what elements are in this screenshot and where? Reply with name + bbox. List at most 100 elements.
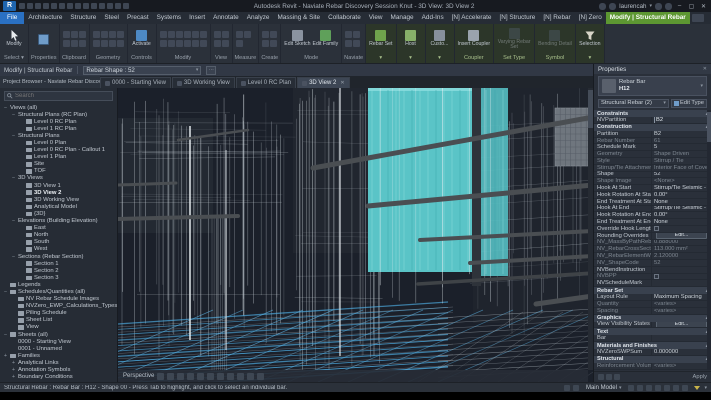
menu-tab-n-accelerate[interactable]: [N] Accelerate xyxy=(448,12,496,24)
ribbon-tool-icon[interactable] xyxy=(200,40,207,47)
tree-item-level-0-rc-plan[interactable]: Level 0 RC Plan xyxy=(0,118,117,125)
ribbon-tool-icon[interactable] xyxy=(192,31,199,38)
prop-value-stirrup-tie-attachment[interactable]: Interior Face of Cover R... xyxy=(651,165,711,171)
prop-value-end-treatment-at-end[interactable]: None xyxy=(651,219,711,225)
ribbon-tool-icon[interactable] xyxy=(79,31,86,38)
ribbon-tool-icon[interactable] xyxy=(176,40,183,47)
prop-value-rebar-number[interactable]: 61 xyxy=(651,138,711,144)
prop-checkbox[interactable] xyxy=(654,274,659,279)
menu-tab-structure[interactable]: Structure xyxy=(66,12,100,24)
scale-icon[interactable] xyxy=(157,373,164,380)
tree-item-view[interactable]: View xyxy=(0,324,117,331)
ribbon-tool-icon[interactable] xyxy=(63,31,70,38)
capture-icon[interactable] xyxy=(692,14,704,22)
prop-value-nv-massbypathrebar[interactable]: 0.888000 xyxy=(651,240,711,246)
ribbon-tool-icon[interactable] xyxy=(270,40,277,47)
ribbon-tool-icon[interactable] xyxy=(93,31,100,38)
tab-close-icon[interactable]: ✕ xyxy=(340,80,344,86)
prop-value-hook-rotation-at-end[interactable]: 0.00° xyxy=(651,212,711,218)
shape-browser-button[interactable]: ⋯ xyxy=(206,66,216,75)
shadows-icon[interactable] xyxy=(197,373,204,380)
tree-item-views-all[interactable]: −Views (all) xyxy=(0,104,117,111)
close-button[interactable]: ✕ xyxy=(699,3,708,10)
prop-value-geometry[interactable]: Shape Driven xyxy=(651,151,711,157)
prop-value-override-hook-lengths[interactable] xyxy=(651,226,711,232)
ribbon-tool-icon[interactable] xyxy=(214,31,221,38)
search-icon[interactable] xyxy=(599,3,606,10)
tree-expander-icon[interactable]: + xyxy=(3,353,8,359)
3d-view-canvas[interactable] xyxy=(118,88,593,382)
properties-caption[interactable]: Properties ✕ xyxy=(594,64,711,74)
prop-value-nvzeroswpsum[interactable]: 0.000000 xyxy=(651,349,711,355)
sync-icon[interactable] xyxy=(115,3,121,9)
prop-value-nvschedulemark[interactable] xyxy=(651,280,711,286)
tree-expander-icon[interactable]: − xyxy=(11,254,16,260)
ribbon-tool-icon[interactable] xyxy=(101,40,108,47)
prop-value-nv-rebarelementweight[interactable]: 2.120000 xyxy=(651,253,711,259)
ribbon-tool-icon[interactable] xyxy=(262,31,269,38)
design-options-icon[interactable] xyxy=(573,385,579,391)
prop-value-reinforcement-volume[interactable]: <varies> xyxy=(651,363,711,369)
temporary-hide-icon[interactable] xyxy=(247,373,254,380)
tree-item-nvzero-ewp-calculations-types[interactable]: NVZero_EWP_Calculations_Types xyxy=(0,303,117,310)
tree-item-nv-rebar-schedule-images[interactable]: NV Rebar Schedule Images xyxy=(0,296,117,303)
ribbon-tool-icon[interactable] xyxy=(168,40,175,47)
tree-item-3d[interactable]: {3D} xyxy=(0,210,117,217)
prop-value-nv-shapecode[interactable]: 52 xyxy=(651,260,711,266)
tree-expander-icon[interactable]: − xyxy=(11,112,16,118)
prop-value-quantity[interactable]: <varies> xyxy=(651,301,711,307)
tree-item-0000-starting-view[interactable]: 0000 - Starting View xyxy=(0,338,117,345)
modify-icon[interactable] xyxy=(67,3,73,9)
ribbon-tool-icon[interactable] xyxy=(184,40,191,47)
ribbon-tool-icon[interactable] xyxy=(109,31,116,38)
help-icon[interactable] xyxy=(665,3,672,10)
rebar-shape-combobox[interactable]: Rebar Shape : 52 ▾ xyxy=(83,66,201,75)
section-icon[interactable] xyxy=(107,3,113,9)
tree-item-section-2[interactable]: Section 2 xyxy=(0,267,117,274)
measure-icon[interactable] xyxy=(75,3,81,9)
menu-tab-systems[interactable]: Systems xyxy=(153,12,186,24)
prop-value-partition[interactable]: B2 xyxy=(651,131,711,137)
prop-value-rounding-overrides[interactable]: Edit... xyxy=(651,233,711,239)
view-tab-3d-view-2[interactable]: 3D View 2✕ xyxy=(297,77,349,88)
tree-item-level-0-rc-plan-callout-1[interactable]: Level 0 RC Plan - Callout 1 xyxy=(0,147,117,154)
lock-view-icon[interactable] xyxy=(237,373,244,380)
view-tab-level-0-rc-plan[interactable]: Level 0 RC Plan xyxy=(236,77,296,88)
view-tab-0000-starting-view[interactable]: 0000 - Starting View xyxy=(100,77,171,88)
ribbon-button-host[interactable]: Host xyxy=(400,30,422,47)
link-select-icon[interactable] xyxy=(637,385,643,391)
view-scale-label[interactable]: Perspective xyxy=(123,373,154,379)
menu-tab-add-ins[interactable]: Add-Ins xyxy=(418,12,448,24)
prop-edit-button[interactable]: Edit... xyxy=(656,322,707,328)
properties-filter-icon[interactable] xyxy=(614,374,620,380)
ribbon-button-edit-family[interactable]: Edit Family xyxy=(313,30,339,47)
tree-item-site[interactable]: Site xyxy=(0,161,117,168)
ribbon-tool-icon[interactable] xyxy=(244,31,251,38)
ribbon-button-insert-coupler[interactable]: Insert Coupler xyxy=(458,30,491,47)
tree-item-south[interactable]: South xyxy=(0,239,117,246)
menu-tab-insert[interactable]: Insert xyxy=(185,12,209,24)
prop-value-shape[interactable]: 52 xyxy=(651,172,711,178)
prop-value-layout-rule[interactable]: Maximum Spacing xyxy=(651,294,711,300)
ribbon-tool-icon[interactable] xyxy=(79,40,86,47)
sun-path-icon[interactable] xyxy=(187,373,194,380)
prop-value-hook-rotation-at-start[interactable]: 0.00° xyxy=(651,192,711,198)
text-note-icon[interactable] xyxy=(91,3,97,9)
tree-item-level-1-rc-plan[interactable]: Level 1 RC Plan xyxy=(0,125,117,132)
tree-item-structural-plans-rc-plan[interactable]: −Structural Plans (RC Plan) xyxy=(0,111,117,118)
prop-value-shape-image[interactable]: <None> xyxy=(651,178,711,184)
account-caret-icon[interactable]: ▾ xyxy=(649,3,652,9)
ribbon-tool-icon[interactable] xyxy=(63,40,70,47)
filter-funnel-icon[interactable] xyxy=(694,386,700,390)
prop-value-bar[interactable] xyxy=(651,335,711,341)
tree-expander-icon[interactable]: − xyxy=(11,133,16,139)
tree-item-families[interactable]: +Families xyxy=(0,352,117,359)
tree-item-east[interactable]: East xyxy=(0,225,117,232)
element-filter-combobox[interactable]: Structural Rebar (2) ▾ xyxy=(598,99,669,108)
tree-item-sheet-list[interactable]: Sheet List xyxy=(0,317,117,324)
ribbon-tool-icon[interactable] xyxy=(345,40,352,47)
ribbon-button-selection[interactable]: Selection xyxy=(579,30,601,47)
prop-value-style[interactable]: Stirrup / Tie xyxy=(651,158,711,164)
ribbon-tool-icon[interactable] xyxy=(222,31,229,38)
tree-expander-icon[interactable]: − xyxy=(3,332,8,338)
